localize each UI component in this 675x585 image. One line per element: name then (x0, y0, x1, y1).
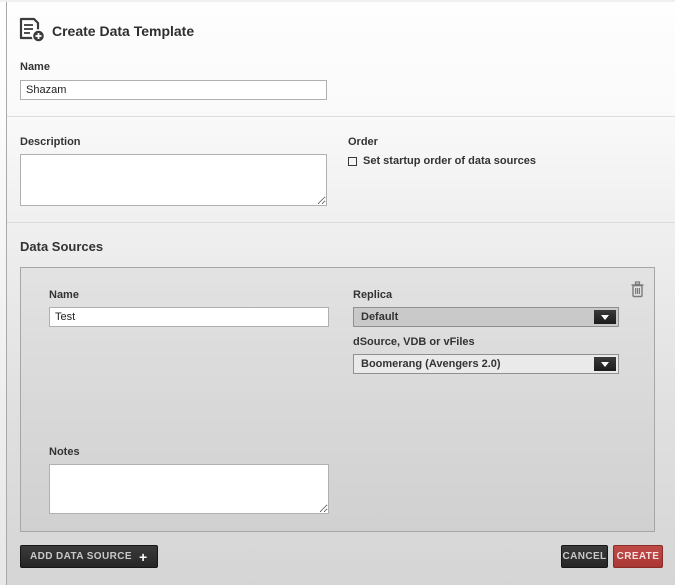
plus-icon: + (139, 550, 148, 564)
divider (7, 116, 675, 117)
name-input[interactable] (20, 80, 327, 100)
document-add-icon (18, 17, 46, 44)
startup-order-checkbox[interactable] (348, 157, 357, 166)
dialog-left-border (6, 0, 7, 585)
replica-label: Replica (353, 289, 392, 301)
replica-selected-value: Default (361, 311, 398, 323)
data-source-name-label: Name (49, 289, 79, 301)
data-sources-heading: Data Sources (20, 239, 103, 254)
notes-label: Notes (49, 446, 80, 458)
delete-data-source-button[interactable] (630, 281, 645, 298)
data-source-name-input[interactable] (49, 307, 329, 327)
order-label: Order (348, 136, 378, 148)
add-data-source-button[interactable]: ADD DATA SOURCE + (20, 545, 158, 568)
chevron-down-icon[interactable] (594, 310, 616, 324)
divider (7, 222, 675, 223)
description-textarea[interactable] (20, 154, 327, 206)
notes-textarea[interactable] (49, 464, 329, 514)
page-title: Create Data Template (52, 23, 194, 39)
create-button[interactable]: CREATE (613, 545, 663, 568)
data-source-card: Name Replica Default dSource, VDB or vFi… (20, 267, 655, 532)
replica-dropdown[interactable]: Default (353, 307, 619, 327)
startup-order-checkbox-row[interactable]: Set startup order of data sources (348, 155, 536, 167)
trash-icon (630, 281, 645, 298)
chevron-down-icon[interactable] (594, 357, 616, 371)
cancel-button[interactable]: CANCEL (561, 545, 608, 568)
dsource-selected-value: Boomerang (Avengers 2.0) (361, 358, 501, 370)
add-data-source-label: ADD DATA SOURCE (30, 551, 132, 562)
dialog-top-border (0, 0, 675, 2)
startup-order-checkbox-label: Set startup order of data sources (363, 155, 536, 167)
description-label: Description (20, 136, 81, 148)
dsource-dropdown[interactable]: Boomerang (Avengers 2.0) (353, 354, 619, 374)
name-label: Name (20, 61, 50, 73)
dsource-label: dSource, VDB or vFiles (353, 336, 475, 348)
